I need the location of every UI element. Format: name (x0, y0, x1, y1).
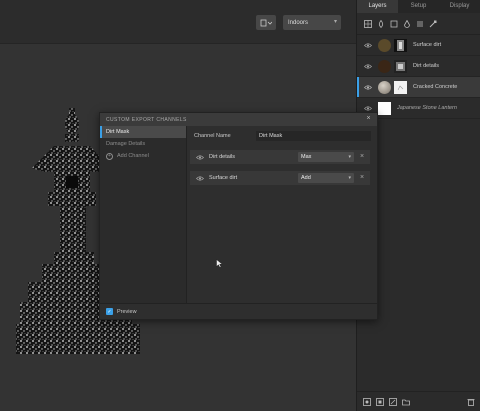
environment-value: Indoors (288, 19, 309, 26)
eye-icon[interactable] (362, 84, 374, 90)
layer-swatch (378, 59, 391, 73)
trash-icon[interactable] (466, 397, 475, 406)
dialog-title-bar: CUSTOM EXPORT CHANNELS × (100, 113, 377, 126)
close-icon[interactable]: × (367, 115, 372, 122)
layer-name: Japanese Stone Lantern (397, 105, 457, 111)
list-icon[interactable] (415, 19, 424, 28)
layer-row[interactable]: Surface dirt (357, 35, 480, 56)
folder-icon[interactable] (401, 397, 410, 406)
custom-export-channels-dialog: CUSTOM EXPORT CHANNELS × Dirt Mask Damag… (99, 112, 378, 320)
viewport-toolbar: Indoors ▾ (0, 0, 356, 44)
layer-thumbnail (378, 101, 391, 115)
channel-editor: Channel Name Dirt Mask Dirt details Max … (188, 126, 377, 304)
grid-icon[interactable] (363, 19, 372, 28)
layer-mask-thumbnail (394, 38, 407, 52)
mask-icon[interactable] (388, 397, 397, 406)
channel-item-dirt-mask[interactable]: Dirt Mask (100, 126, 186, 138)
droplet-icon[interactable] (402, 19, 411, 28)
layer-name: Surface dirt (413, 42, 442, 48)
chevron-down-icon: ▾ (333, 19, 337, 25)
environment-dropdown[interactable]: Indoors ▾ (283, 15, 341, 30)
layer-mask-thumbnail (394, 80, 407, 94)
preview-checkbox[interactable]: ✓ (106, 308, 113, 315)
group-icon[interactable] (375, 397, 384, 406)
paint-icon[interactable] (376, 19, 385, 28)
remove-source-icon[interactable]: × (360, 153, 364, 160)
tab-setup[interactable]: Setup (398, 0, 439, 13)
preview-label: Preview (117, 308, 137, 315)
source-name: Dirt details (209, 154, 235, 160)
eye-icon[interactable] (362, 105, 374, 111)
blend-mode-value: Max (301, 154, 312, 160)
layer-row[interactable]: Dirt details (357, 56, 480, 77)
eye-icon[interactable] (362, 42, 374, 48)
dialog-title: CUSTOM EXPORT CHANNELS (106, 116, 187, 123)
eye-icon[interactable] (362, 63, 374, 69)
brush-icon[interactable] (428, 19, 437, 28)
mouse-cursor-icon (216, 259, 223, 268)
layer-row-active[interactable]: Cracked Concrete (357, 77, 480, 98)
tab-layers[interactable]: Layers (357, 0, 398, 13)
tab-display[interactable]: Display (439, 0, 480, 13)
layer-mask-thumbnail (394, 59, 407, 73)
layer-name: Dirt details (413, 63, 439, 69)
channel-list: Dirt Mask Damage Details + Add Channel (100, 126, 187, 304)
blend-mode-value: Add (301, 175, 311, 181)
add-channel-button[interactable]: + Add Channel (100, 150, 186, 162)
layer-name: Cracked Concrete (413, 84, 458, 90)
view-mode-button[interactable] (256, 15, 276, 30)
eye-icon[interactable] (196, 154, 206, 160)
channel-name-row: Channel Name Dirt Mask (194, 130, 371, 142)
channel-name-label: Channel Name (194, 133, 231, 139)
source-row-dirt-details: Dirt details Max ▾ × (190, 150, 370, 164)
channel-name-input[interactable]: Dirt Mask (256, 131, 371, 141)
blend-mode-dropdown[interactable]: Max ▾ (298, 152, 354, 162)
eye-icon[interactable] (196, 175, 206, 181)
add-channel-label: Add Channel (117, 153, 149, 159)
square-icon[interactable] (389, 19, 398, 28)
plus-icon: + (106, 152, 113, 160)
channel-item-damage-details[interactable]: Damage Details (100, 138, 186, 150)
panel-tabs: Layers Setup Display (357, 0, 480, 13)
source-name: Surface dirt (209, 175, 238, 181)
remove-source-icon[interactable]: × (360, 174, 364, 181)
chevron-down-icon: ▾ (348, 175, 351, 181)
layer-swatch (378, 38, 391, 52)
layer-swatch (378, 80, 391, 94)
chevron-down-icon: ▾ (348, 154, 351, 160)
layer-toolbar (357, 13, 480, 35)
view-mode-icon (260, 19, 272, 26)
new-layer-icon[interactable] (362, 397, 371, 406)
source-row-surface-dirt: Surface dirt Add ▾ × (190, 171, 370, 185)
dialog-footer: ✓ Preview (100, 303, 377, 319)
layer-bottom-toolbar (357, 391, 480, 411)
blend-mode-dropdown[interactable]: Add ▾ (298, 173, 354, 183)
